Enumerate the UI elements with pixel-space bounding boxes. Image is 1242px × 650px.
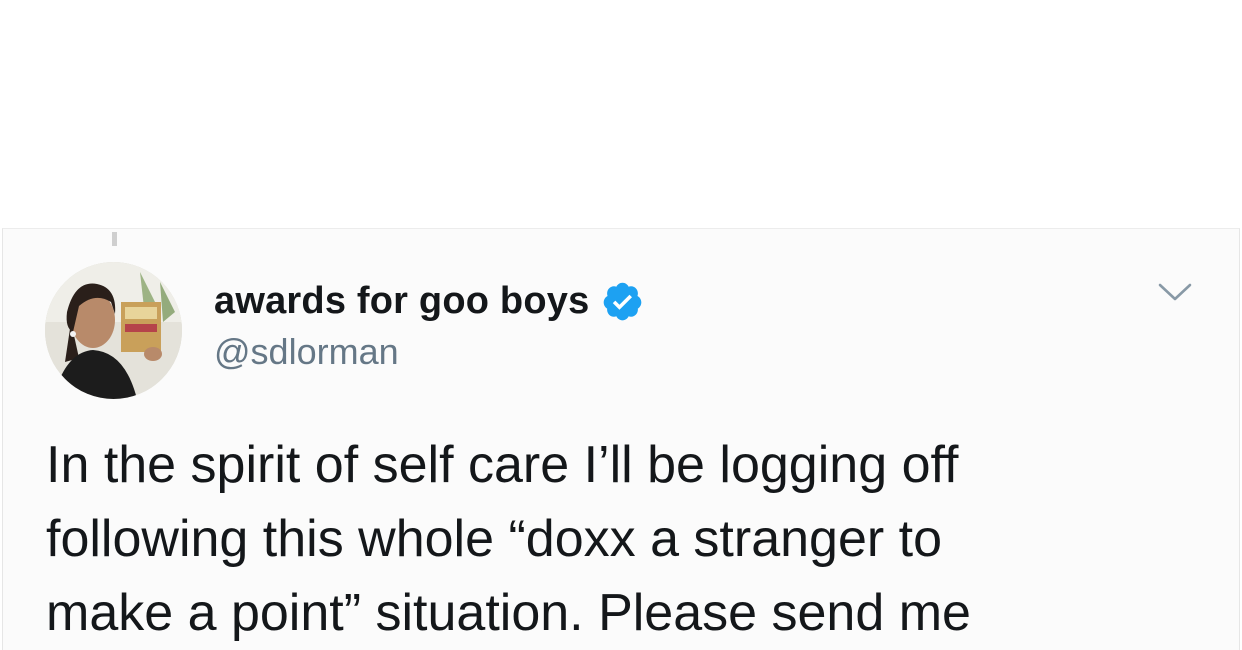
blank-area bbox=[0, 0, 1242, 228]
tweet-text: In the spirit of self care I’ll be loggi… bbox=[46, 428, 1196, 650]
display-name[interactable]: awards for goo boys bbox=[214, 280, 589, 323]
chevron-down-icon[interactable] bbox=[1157, 280, 1193, 304]
thread-connector-line bbox=[112, 232, 117, 246]
display-name-row: awards for goo boys bbox=[214, 276, 644, 326]
tweet-text-line: make a point” situation. Please send me bbox=[46, 584, 971, 642]
user-handle[interactable]: @sdlorman bbox=[214, 331, 399, 373]
verified-badge-icon bbox=[604, 282, 642, 320]
tweet-text-line: following this whole “doxx a stranger to bbox=[46, 510, 943, 568]
avatar[interactable] bbox=[45, 262, 182, 399]
tweet-text-line: In the spirit of self care I’ll be loggi… bbox=[46, 436, 959, 494]
